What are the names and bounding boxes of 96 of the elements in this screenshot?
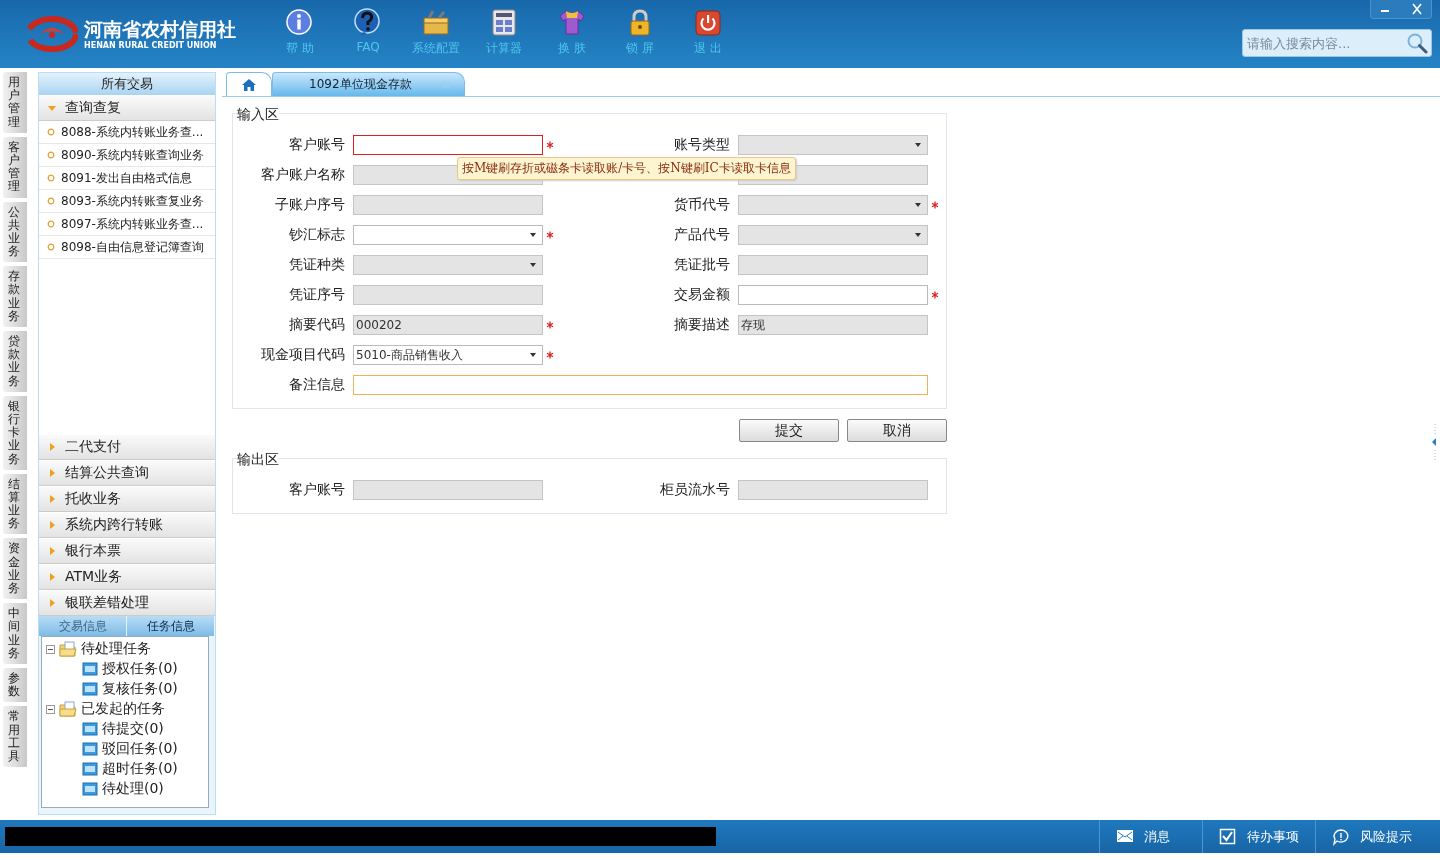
power-icon <box>693 8 723 38</box>
field-label: 凭证种类 <box>288 256 346 274</box>
calculator-icon <box>489 8 519 38</box>
folder-icon <box>59 701 77 717</box>
checkbox-icon <box>1219 827 1237 846</box>
sidebar-title: 所有交易 <box>39 73 215 95</box>
folder-icon <box>82 662 98 676</box>
tree-item[interactable]: 待处理(0) <box>102 780 164 798</box>
field-label: 钞汇标志 <box>288 226 346 244</box>
transaction-item[interactable]: 8091-发出自由格式信息 <box>39 167 215 190</box>
dropdown[interactable]: 5010-商品销售收入 <box>353 345 543 365</box>
speech-bubble-icon <box>1332 827 1350 846</box>
transaction-item[interactable]: 8090-系统内转账查询业务 <box>39 144 215 167</box>
field-label: 柜员流水号 <box>659 481 731 499</box>
field-label: 摘要描述 <box>673 316 731 334</box>
group-header[interactable]: 查询查复 <box>39 95 215 121</box>
side-tab[interactable]: 中间业务 <box>3 603 27 664</box>
side-tab[interactable]: 参数 <box>3 667 27 703</box>
info-icon <box>285 8 315 38</box>
shirt-icon <box>557 8 587 38</box>
field-label: 产品代号 <box>673 226 731 244</box>
field-label: 子账户序号 <box>274 196 346 214</box>
side-tab[interactable]: 资金业务 <box>3 538 27 600</box>
bullet-icon <box>47 220 55 228</box>
field-label: 交易金额 <box>673 286 731 304</box>
logo-icon <box>26 16 78 52</box>
field-label: 客户账户名称 <box>260 166 346 184</box>
input-field[interactable] <box>353 375 928 395</box>
bullet-icon <box>47 243 55 251</box>
home-icon <box>241 77 257 92</box>
logo-title: 河南省农村信用社 <box>84 17 236 40</box>
side-tab[interactable]: 银行卡业务 <box>3 395 27 470</box>
status-item[interactable]: 待办事项 <box>1202 820 1315 853</box>
tree-item[interactable]: 待提交(0) <box>102 720 164 738</box>
tooltip: 按M键刷存折或磁条卡读取账/卡号、按N键刷IC卡读取卡信息 <box>457 157 796 180</box>
group-header[interactable]: 银行本票 <box>39 538 215 564</box>
folder-icon <box>82 782 98 796</box>
group-header[interactable]: 托收业务 <box>39 486 215 512</box>
field-label: 客户账号 <box>288 481 346 499</box>
collapse-icon[interactable] <box>46 704 55 714</box>
group-header[interactable]: ATM业务 <box>39 564 215 590</box>
section-title: 输出区 <box>237 450 279 468</box>
side-tab[interactable]: 用户管理 <box>3 72 27 133</box>
folder-icon <box>82 682 98 696</box>
search-field[interactable]: 请输入搜索内容... <box>1242 29 1432 57</box>
side-tab[interactable]: 结算业务 <box>3 473 27 535</box>
group-header[interactable]: 结算公共查询 <box>39 460 215 486</box>
side-tab[interactable]: 贷款业务 <box>3 331 27 392</box>
field-label: 凭证批号 <box>673 256 731 274</box>
tree-item[interactable]: 超时任务(0) <box>102 760 178 778</box>
field-label: 货币代号 <box>673 196 731 214</box>
bullet-icon <box>47 151 55 159</box>
group-header[interactable]: 系统内跨行转账 <box>39 512 215 538</box>
input-field[interactable] <box>738 285 928 305</box>
section-title: 输入区 <box>237 105 279 123</box>
bullet-icon <box>47 197 55 205</box>
transaction-item[interactable]: 8098-自由信息登记簿查询 <box>39 236 215 259</box>
folder-icon <box>82 722 98 736</box>
form-button[interactable]: 提交 <box>739 419 839 442</box>
group-header[interactable]: 银联差错处理 <box>39 590 215 616</box>
field-label: 摘要代码 <box>288 316 346 334</box>
tree-item[interactable]: 待处理任务 <box>81 640 151 658</box>
side-tab[interactable]: 存款业务 <box>3 266 27 327</box>
folder-icon <box>59 641 77 657</box>
bullet-icon <box>47 174 55 182</box>
page-tab[interactable]: 1092单位现金存款 <box>272 72 465 96</box>
tree-item[interactable]: 已发起的任务 <box>81 700 165 718</box>
tree-item[interactable]: 授权任务(0) <box>102 660 178 678</box>
field-label: 备注信息 <box>288 376 346 394</box>
toolbox-icon <box>421 8 451 38</box>
input-field[interactable] <box>353 135 543 155</box>
collapse-icon[interactable] <box>46 644 55 654</box>
field-label: 现金项目代码 <box>260 346 346 364</box>
folder-icon <box>82 742 98 756</box>
side-tab[interactable]: 常用工具 <box>3 706 27 768</box>
tree-item[interactable]: 驳回任务(0) <box>102 740 178 758</box>
logo-subtitle: HENAN RURAL CREDIT UNION <box>84 39 218 51</box>
side-tab[interactable]: 公共业务 <box>3 201 27 263</box>
tree-item[interactable]: 复核任务(0) <box>102 680 178 698</box>
collapse-handle-icon[interactable] <box>1430 422 1438 462</box>
home-tab[interactable] <box>226 72 272 96</box>
field-label: 凭证序号 <box>288 286 346 304</box>
search-icon[interactable] <box>1406 32 1428 54</box>
field-label: 账号类型 <box>673 136 731 154</box>
folder-icon <box>82 762 98 776</box>
help-icon <box>353 8 383 38</box>
group-header[interactable]: 二代支付 <box>39 434 215 460</box>
transaction-item[interactable]: 8097-系统内转账业务查... <box>39 213 215 236</box>
form-button[interactable]: 取消 <box>847 419 947 442</box>
field-label: 客户账号 <box>288 136 346 154</box>
status-item[interactable]: 风险提示 <box>1315 820 1440 853</box>
bullet-icon <box>47 128 55 136</box>
transaction-item[interactable]: 8088-系统内转账业务查... <box>39 121 215 144</box>
transaction-item[interactable]: 8093-系统内转账查复业务 <box>39 190 215 213</box>
side-tab[interactable]: 客户管理 <box>3 136 27 198</box>
status-item[interactable]: 消息 <box>1099 820 1202 853</box>
